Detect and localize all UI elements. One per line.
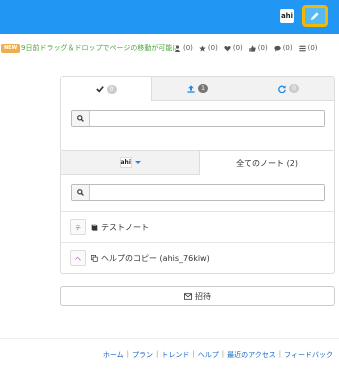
footer-link-trend[interactable]: トレンド xyxy=(161,350,189,360)
checked-badge: 0 xyxy=(106,84,117,94)
footer-separator: | xyxy=(278,350,282,358)
activity-counts: (0) (0) (0) (0) (0) (0) xyxy=(174,43,318,53)
new-badge: NEW xyxy=(1,44,21,53)
comment-count[interactable]: (0) xyxy=(274,43,293,53)
comment-count-value: (0) xyxy=(282,44,293,52)
search-addon xyxy=(72,185,90,200)
heart-icon xyxy=(224,45,231,51)
footer-separator: | xyxy=(192,350,195,358)
refresh-badge: 0 xyxy=(289,84,299,93)
invite-label: 招待 xyxy=(195,291,211,301)
note-item[interactable]: ヘ ヘルプのコピー (ahis_76kiw) xyxy=(61,242,334,273)
news-link[interactable]: 9日前ドラッグ＆ドロップでページの移動が可能に xyxy=(21,43,179,53)
top-bar: ahi xyxy=(0,0,339,34)
mail-icon xyxy=(184,292,192,300)
pencil-icon xyxy=(311,12,319,20)
upload-icon xyxy=(187,84,195,93)
user-icon xyxy=(174,45,181,52)
user-count[interactable]: (0) xyxy=(174,43,193,53)
sync-search xyxy=(71,110,325,127)
note-label: ヘルプのコピー (ahis_76kiw) xyxy=(101,253,210,263)
footer-separator: | xyxy=(221,350,225,358)
notes-tabs: ahi 全てのノート (2) xyxy=(61,151,334,175)
footer-separator: | xyxy=(156,350,159,358)
search-icon xyxy=(77,115,84,122)
footer-divider xyxy=(0,338,339,339)
invite-button[interactable]: 招待 xyxy=(60,286,335,306)
footer-link-plan[interactable]: プラン xyxy=(132,350,153,360)
notes-search-input[interactable] xyxy=(90,185,324,200)
tab-all-notes[interactable]: 全てのノート (2) xyxy=(200,151,334,175)
note-thumb-text: テ xyxy=(74,224,81,232)
notes-panel: ahi 全てのノート (2) テ テストノート ヘ ヘルプのコピー (ahis_… xyxy=(60,150,335,274)
footer-separator: | xyxy=(126,350,130,358)
like-count[interactable]: (0) xyxy=(249,43,268,53)
tab-refresh[interactable]: 0 xyxy=(243,77,334,101)
note-thumb-text: ヘ xyxy=(74,255,81,263)
footer-link-recent[interactable]: 最近のアクセス xyxy=(227,350,276,360)
note-thumbnail: ヘ xyxy=(70,250,86,266)
tab-upload[interactable]: 1 xyxy=(152,77,243,101)
sync-panel: 0 1 0 xyxy=(60,76,335,153)
status-bar: NEW 9日前ドラッグ＆ドロップでページの移動が可能に (0) (0) (0) … xyxy=(0,41,339,57)
footer-link-feedback[interactable]: フィードバック xyxy=(284,350,333,360)
tab-all-notes-label: 全てのノート (2) xyxy=(236,158,298,168)
footer-link-home[interactable]: ホーム xyxy=(103,350,124,360)
avatar: ahi xyxy=(119,157,132,168)
star-count[interactable]: (0) xyxy=(199,43,218,53)
upload-badge: 1 xyxy=(198,84,208,93)
like-count-value: (0) xyxy=(257,44,268,52)
list-icon xyxy=(298,45,306,51)
thumbs-up-icon xyxy=(249,45,256,52)
edit-button[interactable] xyxy=(302,5,328,27)
star-icon xyxy=(199,44,206,52)
user-count-value: (0) xyxy=(183,44,193,52)
search-addon xyxy=(72,111,90,126)
heart-count-value: (0) xyxy=(232,44,243,52)
check-icon xyxy=(95,86,104,93)
user-avatar[interactable]: ahi xyxy=(280,9,294,23)
search-icon xyxy=(77,189,84,196)
footer-links: ホーム | プラン | トレンド | ヘルプ | 最近のアクセス | フィードバ… xyxy=(103,350,333,360)
list-count-value: (0) xyxy=(307,44,318,52)
tab-my-notes[interactable]: ahi xyxy=(61,151,200,175)
sync-search-input[interactable] xyxy=(90,111,324,126)
book-icon xyxy=(91,224,98,231)
note-label: テストノート xyxy=(101,222,149,232)
notes-search xyxy=(71,184,325,201)
chevron-down-icon xyxy=(134,161,141,164)
comment-icon xyxy=(274,45,281,52)
refresh-icon xyxy=(278,84,286,93)
footer-link-help[interactable]: ヘルプ xyxy=(198,350,219,360)
sync-tabs: 0 1 0 xyxy=(61,77,334,101)
star-count-value: (0) xyxy=(207,44,218,52)
tab-checked[interactable]: 0 xyxy=(61,77,152,101)
copy-icon xyxy=(91,254,98,262)
note-item[interactable]: テ テストノート xyxy=(61,211,334,242)
list-count[interactable]: (0) xyxy=(298,43,318,53)
note-thumbnail: テ xyxy=(70,219,86,235)
heart-count[interactable]: (0) xyxy=(224,43,243,53)
